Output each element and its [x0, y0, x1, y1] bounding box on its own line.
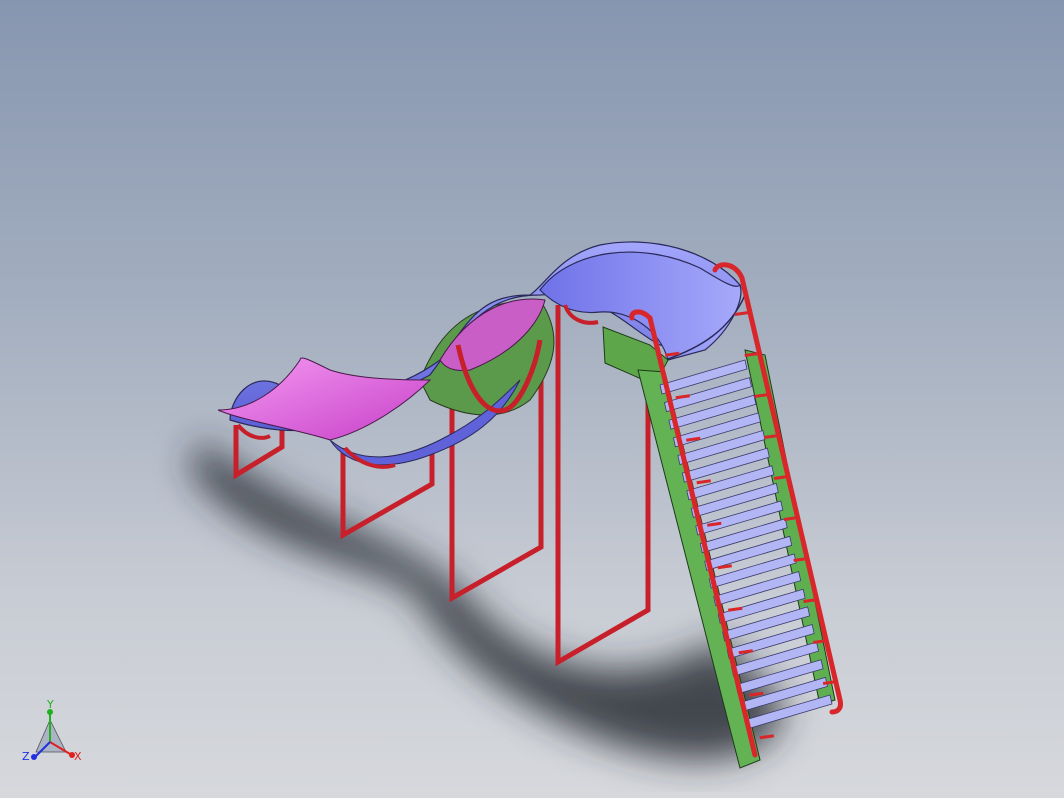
rail-rung — [773, 475, 789, 480]
rail-rung — [822, 680, 838, 685]
rail-rung — [783, 516, 799, 521]
rail-rung — [665, 351, 680, 357]
triad-x-label: X — [74, 750, 82, 763]
orientation-triad[interactable]: Y X Z — [14, 700, 94, 780]
rail-rung — [749, 691, 764, 697]
triad-z-dot — [31, 754, 37, 760]
rail-rung — [686, 436, 701, 442]
rail-rung — [717, 564, 732, 570]
rail-rung — [759, 734, 774, 740]
rail-rung — [764, 434, 779, 439]
model-scene[interactable] — [0, 0, 1064, 798]
triad-z-label: Z — [22, 750, 30, 763]
rail-rung — [738, 649, 753, 655]
rail-rung — [734, 311, 750, 316]
rail-rung — [728, 606, 743, 612]
rail-rung — [744, 352, 759, 357]
triad-y-label: Y — [46, 700, 54, 711]
graphics-viewport[interactable]: Y X Z — [0, 0, 1064, 798]
rail-rung — [754, 393, 769, 398]
rail-rung — [803, 598, 818, 603]
rail-rung — [675, 394, 690, 400]
rail-rung — [696, 479, 711, 485]
rail-rung — [707, 521, 722, 527]
rail-rung — [793, 557, 808, 562]
rail-rung — [813, 639, 828, 644]
